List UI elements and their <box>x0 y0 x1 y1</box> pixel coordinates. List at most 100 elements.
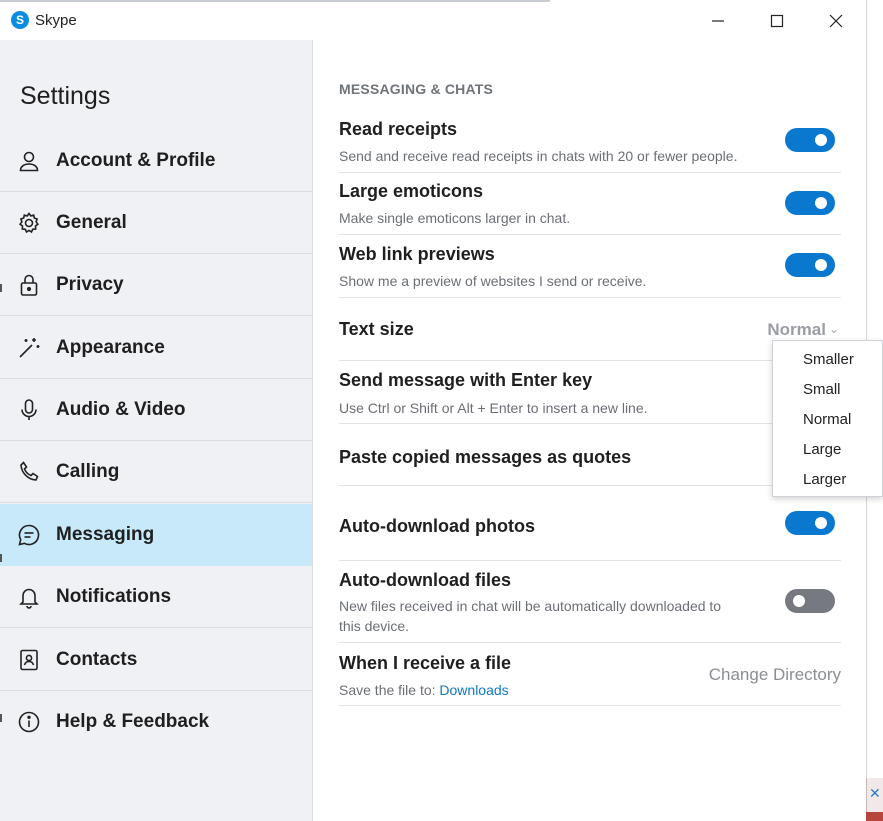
lock-icon <box>16 272 42 298</box>
sidebar-item-notifications[interactable]: Notifications <box>0 566 312 628</box>
toggle-knob <box>815 259 827 271</box>
phone-icon <box>16 459 42 485</box>
sidebar-item-contacts[interactable]: Contacts <box>0 629 312 691</box>
setting-description: Send and receive read receipts in chats … <box>339 148 738 164</box>
text-size-value: Normal <box>767 320 826 339</box>
auto-download-photos-toggle[interactable] <box>785 511 835 535</box>
setting-title: When I receive a file <box>339 653 512 673</box>
change-directory-button[interactable]: Change Directory <box>709 665 841 685</box>
toggle-knob <box>815 134 827 146</box>
setting-description: this device. <box>339 618 410 634</box>
background-app-fragment: ✕ <box>866 778 883 812</box>
sidebar-item-audio-video[interactable]: Audio & Video <box>0 379 312 441</box>
microphone-icon <box>16 397 42 423</box>
menu-item-larger[interactable]: Larger <box>803 471 846 488</box>
setting-description: Save the file to: Downloads <box>339 680 509 700</box>
web-link-previews-toggle[interactable] <box>785 253 835 277</box>
sidebar-item-label: Appearance <box>56 337 165 358</box>
setting-send-with-enter: Send message with Enter key Use Ctrl or … <box>339 361 841 424</box>
close-icon <box>829 14 843 28</box>
text-size-dropdown[interactable]: Normal ⌄ <box>767 320 839 340</box>
divider <box>0 627 312 628</box>
large-emoticons-toggle[interactable] <box>785 191 835 215</box>
gear-icon <box>16 210 42 236</box>
background-red-strip <box>866 812 883 821</box>
contacts-book-icon <box>16 647 42 673</box>
sidebar-item-messaging[interactable]: Messaging <box>0 504 312 566</box>
sidebar-item-label: Account & Profile <box>56 150 216 171</box>
sidebar-item-label: Privacy <box>56 274 124 295</box>
toggle-knob <box>815 517 827 529</box>
sidebar-item-label: Help & Feedback <box>56 711 210 732</box>
setting-large-emoticons: Large emoticons Make single emoticons la… <box>339 173 841 235</box>
sidebar-item-label: Calling <box>56 461 120 482</box>
setting-description: New files received in chat will be autom… <box>339 598 722 614</box>
info-icon <box>16 709 42 735</box>
setting-title: Text size <box>339 319 414 339</box>
minimize-icon <box>712 20 724 22</box>
person-icon <box>16 148 42 174</box>
auto-download-files-toggle[interactable] <box>785 589 835 613</box>
menu-item-normal[interactable]: Normal <box>803 411 851 428</box>
skype-logo-icon: S <box>11 11 29 29</box>
close-button[interactable] <box>813 6 859 36</box>
setting-auto-download-files: Auto-download files New files received i… <box>339 561 841 643</box>
text-size-menu: Smaller Small Normal Large Larger <box>772 340 883 497</box>
sidebar-item-label: General <box>56 212 127 233</box>
menu-item-large[interactable]: Large <box>803 441 841 458</box>
bell-icon <box>16 584 42 610</box>
setting-web-link-previews: Web link previews Show me a preview of w… <box>339 235 841 298</box>
divider <box>0 502 312 503</box>
section-title: MESSAGING & CHATS <box>339 81 494 97</box>
toggle-knob <box>793 595 805 607</box>
save-location-label: Save the file to: <box>339 682 436 698</box>
background-edge-mark <box>0 554 2 562</box>
sidebar-item-label: Notifications <box>56 586 172 607</box>
sidebar-item-label: Messaging <box>56 524 155 545</box>
title-bar-top-line <box>0 0 550 2</box>
setting-title: Paste copied messages as quotes <box>339 447 632 467</box>
sidebar-item-account-profile[interactable]: Account & Profile <box>0 130 312 192</box>
settings-sidebar: Settings Account & Profile General Priva… <box>0 40 313 821</box>
downloads-folder-link[interactable]: Downloads <box>439 682 508 698</box>
setting-receive-file: When I receive a file Save the file to: … <box>339 643 841 706</box>
setting-description: Make single emoticons larger in chat. <box>339 210 571 226</box>
background-close-icon: ✕ <box>869 785 881 801</box>
sidebar-item-privacy[interactable]: Privacy <box>0 254 312 316</box>
setting-title: Send message with Enter key <box>339 370 593 390</box>
sidebar-item-help-feedback[interactable]: Help & Feedback <box>0 691 312 753</box>
window-title: Skype <box>35 12 77 29</box>
minimize-button[interactable] <box>695 6 741 36</box>
sidebar-item-label: Contacts <box>56 649 138 670</box>
sidebar-item-appearance[interactable]: Appearance <box>0 317 312 379</box>
menu-item-smaller[interactable]: Smaller <box>803 351 854 368</box>
sidebar-item-label: Audio & Video <box>56 399 186 420</box>
setting-description: Use Ctrl or Shift or Alt + Enter to inse… <box>339 400 648 416</box>
setting-description: Show me a preview of websites I send or … <box>339 273 647 289</box>
setting-title: Auto-download photos <box>339 516 535 536</box>
chevron-down-icon: ⌄ <box>828 322 839 336</box>
sidebar-item-general[interactable]: General <box>0 192 312 254</box>
setting-paste-as-quotes: Paste copied messages as quotes <box>339 424 841 486</box>
menu-item-small[interactable]: Small <box>803 381 841 398</box>
maximize-icon <box>770 14 784 28</box>
setting-title: Auto-download files <box>339 570 511 590</box>
setting-title: Web link previews <box>339 244 495 264</box>
background-edge-mark <box>0 284 2 292</box>
title-bar: S Skype <box>0 0 866 40</box>
magic-wand-icon <box>16 335 42 361</box>
toggle-knob <box>815 197 827 209</box>
divider <box>339 705 841 706</box>
background-edge-mark <box>0 714 2 722</box>
setting-title: Read receipts <box>339 119 458 139</box>
setting-title: Large emoticons <box>339 181 484 201</box>
maximize-button[interactable] <box>754 6 800 36</box>
setting-auto-download-photos: Auto-download photos <box>339 486 841 561</box>
divider <box>0 315 312 316</box>
setting-read-receipts: Read receipts Send and receive read rece… <box>339 112 841 173</box>
settings-heading: Settings <box>20 82 111 110</box>
setting-text-size: Text size Normal ⌄ <box>339 298 841 361</box>
read-receipts-toggle[interactable] <box>785 128 835 152</box>
chat-bubble-icon <box>16 522 42 548</box>
sidebar-item-calling[interactable]: Calling <box>0 441 312 503</box>
